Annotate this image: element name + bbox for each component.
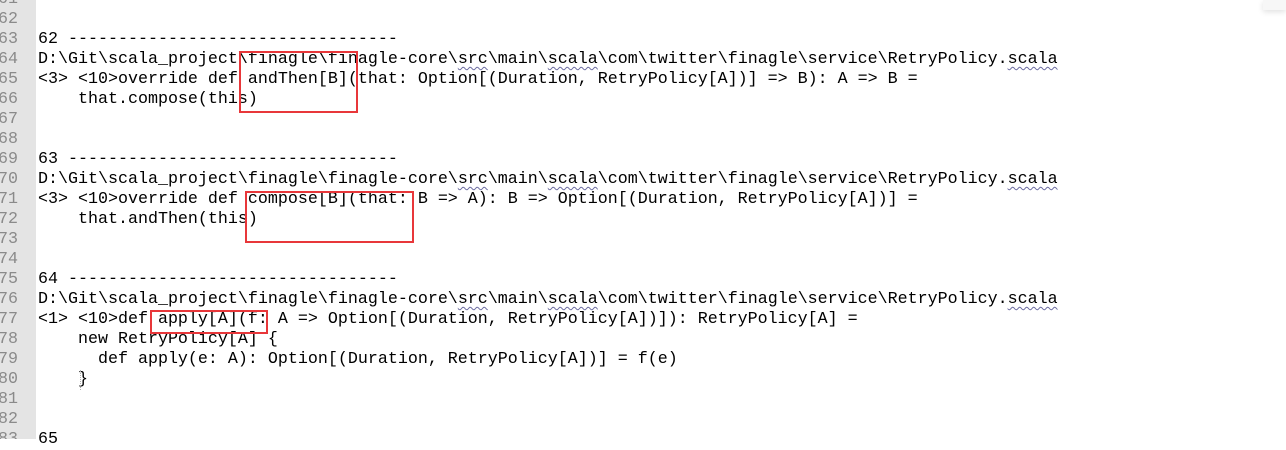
code-line: def apply(e: A): Option[(Duration, Retry… [38,350,678,369]
line-number: 63 [0,30,18,49]
code-line: <3> <10>override def andThen[B](that: Op… [38,70,918,89]
line-number: 73 [0,230,18,249]
line-number: 72 [0,210,18,229]
highlight-box-andthen [239,51,358,113]
line-number: 68 [0,130,18,149]
code-line: D:\Git\scala_project\finagle\finagle-cor… [38,50,1058,69]
highlight-box-compose [245,191,414,243]
code-line: <3> <10>override def compose[B](that: B … [38,190,918,209]
line-number: 80 [0,370,18,389]
line-number: 83 [0,430,18,439]
line-number: 71 [0,190,18,209]
line-number: 69 [0,150,18,169]
indent-guide [80,370,81,390]
code-line: 64 --------------------------------- [38,270,398,289]
line-number: 67 [0,110,18,129]
line-number: 79 [0,350,18,369]
code-line: 65 [38,430,58,449]
code-line: that.andThen(this) [38,210,258,229]
line-number: 66 [0,90,18,109]
overlay-panel-corner [1263,0,1286,10]
line-number: 74 [0,250,18,269]
line-number: 75 [0,270,18,289]
code-line: that.compose(this) [38,90,258,109]
code-line: 63 --------------------------------- [38,150,398,169]
code-line: D:\Git\scala_project\finagle\finagle-cor… [38,170,1058,189]
line-number: 78 [0,330,18,349]
line-number: 64 [0,50,18,69]
line-number: 65 [0,70,18,89]
line-number-gutter: 6162636465666768697071727374757677787980… [0,0,36,439]
line-number: 81 [0,390,18,409]
code-line: 62 --------------------------------- [38,30,398,49]
line-number: 76 [0,290,18,309]
line-number: 77 [0,310,18,329]
line-number: 62 [0,10,18,29]
highlight-box-apply [150,310,268,334]
code-line: D:\Git\scala_project\finagle\finagle-cor… [38,290,1058,309]
line-number: 61 [0,0,18,10]
line-number: 82 [0,410,18,429]
line-number: 70 [0,170,18,189]
